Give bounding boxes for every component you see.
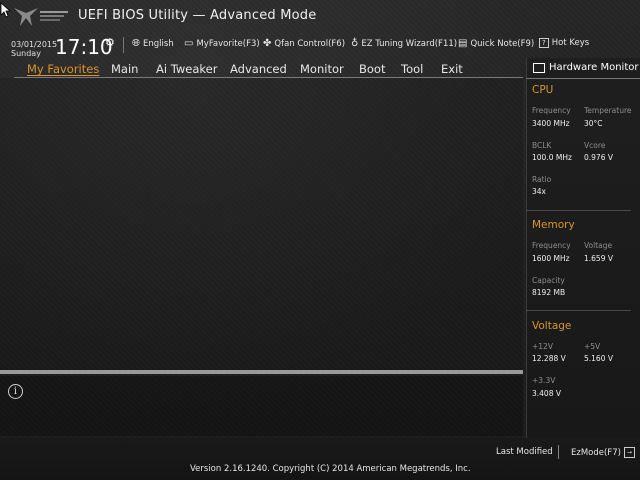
menu-main[interactable]: Main [111,62,138,76]
my-favorite-button[interactable]: ▭ MyFavorite(F3) [184,38,260,49]
tuf-logo-icon [14,8,68,26]
date-display: 03/01/2015 Sunday [11,40,57,58]
ez-tuning-wizard-button[interactable]: ♁ EZ Tuning Wizard(F11) [351,38,457,49]
qfan-control-label: Qfan Control(F6) [274,38,346,49]
mouse-cursor-icon [0,2,10,18]
date-text: 03/01/2015 [11,40,58,49]
qfan-control-button[interactable]: ✤ Qfan Control(F6) [263,38,345,49]
ratio-label: Ratio [532,175,552,184]
voltage-heading: Voltage [532,320,572,332]
memory-heading: Memory [532,219,575,231]
main-content-area[interactable] [0,78,523,370]
gear-icon[interactable]: ⚙ [105,36,115,49]
v33-label: +3.3V [532,376,556,385]
vcore-value: 0.976 V [584,153,613,162]
help-panel [0,376,523,436]
capacity-label: Capacity [532,276,565,285]
clock[interactable]: 17:10 [55,35,113,59]
v5-label: +5V [584,342,601,351]
question-icon: ? [539,38,549,48]
quick-note-button[interactable]: ▤ Quick Note(F9) [458,38,534,49]
hardware-monitor-title: Hardware Monitor [533,62,638,73]
hot-keys-label: Hot Keys [551,38,590,48]
ezmode-button[interactable]: EzMode(F7) → [571,447,635,458]
version-text: Version 2.16.1240. Copyright (C) 2014 Am… [190,464,471,474]
bulb-icon: ♁ [351,38,359,49]
favorite-icon: ▭ [184,38,194,49]
hardware-monitor-label: Hardware Monitor [549,62,639,73]
window-title: UEFI BIOS Utility — Advanced Mode [78,8,317,23]
bottom-divider [558,445,559,459]
globe-icon: 🌐︎ [132,38,140,49]
v5-value: 5.160 V [584,354,613,363]
menu-advanced[interactable]: Advanced [230,62,287,76]
toolbar-divider [123,37,124,53]
hardware-monitor-underline [526,78,640,79]
note-icon: ▤ [458,38,468,49]
cpu-frequency-value: 3400 MHz [532,119,570,128]
memory-frequency-label: Frequency [532,241,571,250]
menu-boot[interactable]: Boot [359,62,385,76]
memory-voltage-value: 1.659 V [584,254,613,263]
menu-exit[interactable]: Exit [441,62,463,76]
cpu-section-divider [526,210,631,211]
menu-monitor[interactable]: Monitor [300,62,344,76]
menu-my-favorites[interactable]: My Favorites [27,62,99,76]
vcore-label: Vcore [584,141,606,150]
title-bar: UEFI BIOS Utility — Advanced Mode [0,0,640,32]
language-button[interactable]: 🌐︎ English [132,38,174,49]
cpu-temperature-value: 30°C [584,119,603,128]
monitor-icon [533,62,545,73]
ez-tuning-wizard-label: EZ Tuning Wizard(F11) [361,38,458,49]
info-icon: i [8,384,23,399]
menu-ai-tweaker[interactable]: Ai Tweaker [156,62,217,76]
v12-label: +12V [532,342,553,351]
fan-icon: ✤ [263,38,272,49]
my-favorite-label: MyFavorite(F3) [196,38,260,49]
exit-arrow-icon: → [623,447,635,458]
v12-value: 12.288 V [532,354,566,363]
quick-note-label: Quick Note(F9) [470,38,535,49]
language-label: English [143,38,174,49]
content-divider [0,370,523,374]
cpu-heading: CPU [532,84,554,96]
last-modified-button[interactable]: Last Modified [496,447,553,457]
ezmode-label: EzMode(F7) [571,447,621,458]
day-text: Sunday [11,49,41,58]
capacity-value: 8192 MB [532,288,566,297]
memory-voltage-label: Voltage [584,241,613,250]
menu-tool[interactable]: Tool [401,62,423,76]
hot-keys-button[interactable]: ? Hot Keys [539,38,589,48]
ratio-value: 34x [532,187,546,196]
bclk-label: BCLK [532,141,552,150]
memory-frequency-value: 1600 MHz [532,254,570,263]
cpu-frequency-label: Frequency [532,106,571,115]
memory-section-divider [526,310,631,311]
cpu-temperature-label: Temperature [584,106,632,115]
v33-value: 3.408 V [532,389,561,398]
bclk-value: 100.0 MHz [532,153,572,162]
